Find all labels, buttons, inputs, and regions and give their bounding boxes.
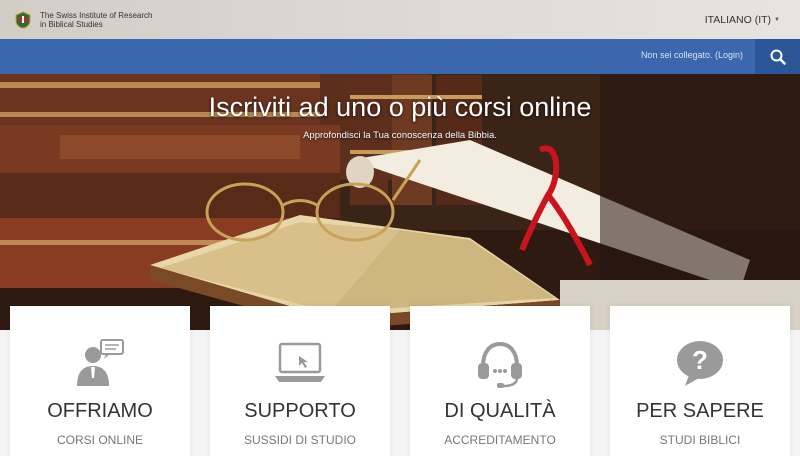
caret-down-icon: ▼ xyxy=(774,16,780,23)
card-subtitle: ACCREDITAMENTO xyxy=(444,433,556,447)
language-label: ITALIANO (IT) xyxy=(704,13,772,26)
card-subtitle: SUSSIDI DI STUDIO xyxy=(243,433,356,447)
institute-name-line1: The Swiss Institute of Research xyxy=(40,10,153,20)
card-per-sapere[interactable]: ? PER SAPERE STUDI BIBLICI xyxy=(610,306,790,456)
laptop-icon xyxy=(275,342,325,382)
question-bubble-icon: ? xyxy=(677,341,723,386)
card-title: DI QUALITÀ xyxy=(444,400,556,422)
institute-name: The Swiss Institute of Research in Bibli… xyxy=(40,11,153,29)
card-subtitle: CORSI ONLINE xyxy=(56,433,143,447)
search-icon xyxy=(770,49,786,65)
card-di-qualita[interactable]: DI QUALITÀ ACCREDITAMENTO xyxy=(410,306,590,456)
card-supporto[interactable]: SUPPORTO SUSSIDI DI STUDIO xyxy=(210,306,390,456)
login-link[interactable]: Non sei collegato. (Login) xyxy=(641,50,743,60)
card-subtitle: STUDI BIBLICI xyxy=(659,433,741,447)
presenter-icon xyxy=(77,339,124,386)
search-button[interactable] xyxy=(755,39,800,74)
hero-subtitle: Approfondisci la Tua conoscenza della Bi… xyxy=(303,130,497,141)
card-offriamo[interactable]: OFFRIAMO CORSI ONLINE xyxy=(10,306,190,456)
site-header: The Swiss Institute of Research in Bibli… xyxy=(0,0,800,39)
card-title: OFFRIAMO xyxy=(47,400,153,422)
feature-cards: OFFRIAMO CORSI ONLINE SUPPORTO SUSSIDI D… xyxy=(0,306,800,456)
institute-logo-icon xyxy=(15,10,31,29)
card-title: PER SAPERE xyxy=(636,400,764,422)
hero-title: Iscriviti ad uno o più corsi online xyxy=(208,92,592,122)
language-selector[interactable]: ITALIANO (IT) ▼ xyxy=(705,14,780,26)
card-title: SUPPORTO xyxy=(244,400,356,422)
institute-name-line2: in Biblical Studies xyxy=(40,19,103,29)
headset-icon xyxy=(478,341,522,388)
svg-text:?: ? xyxy=(692,345,708,375)
nav-bar: Non sei collegato. (Login) xyxy=(0,39,800,74)
brand-link[interactable]: The Swiss Institute of Research in Bibli… xyxy=(14,11,153,29)
